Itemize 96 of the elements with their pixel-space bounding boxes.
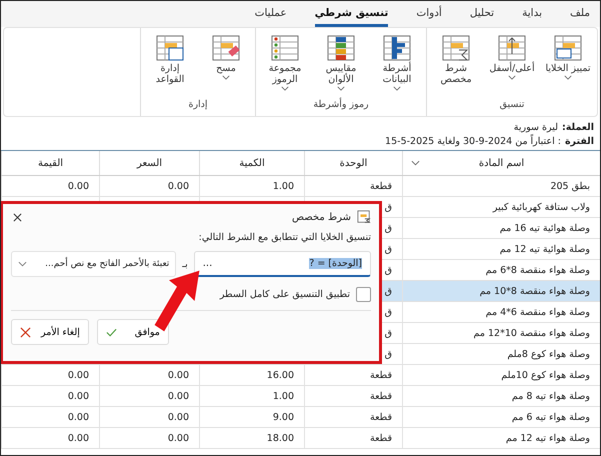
table-cell: ق (384, 328, 392, 338)
table-icon (155, 34, 185, 62)
format-dropdown[interactable]: تعبئة بالأحمر الفاتح مع نص أحم... (11, 251, 176, 277)
table-icon (497, 34, 527, 62)
caret-icon (281, 86, 289, 91)
table-cell: وصلة هواء كوع 10ملم (501, 370, 590, 380)
browse-button[interactable]: ... (202, 258, 212, 269)
column-header[interactable]: السعر (99, 151, 199, 175)
column-header[interactable]: اسم المادة (402, 151, 600, 175)
column-header[interactable]: الوحدة (304, 151, 402, 175)
table-cell: ق (384, 264, 392, 276)
ribbon-button[interactable]: مسح (201, 28, 251, 99)
table-cell: 18.00 (266, 432, 294, 444)
chevron-icon (411, 160, 420, 166)
table-cell: 0.00 (168, 412, 189, 422)
table-cell: ولاب ستافة كهربائية كبير (492, 202, 590, 212)
table-cell: 0.00 (68, 412, 89, 422)
checkbox-label: تطبيق التنسيق على كامل السطر (220, 289, 350, 300)
ribbon-button[interactable]: مقاييس الألوان (316, 28, 366, 99)
caret-icon (337, 86, 345, 91)
column-header[interactable]: الكمية (199, 151, 304, 175)
table-cell: 9.00 (272, 412, 294, 422)
group-label: تنسيق (500, 99, 524, 112)
table-cell: 0.00 (68, 180, 89, 192)
table-cell: وصلة هوائية تيه 16 مم (500, 222, 590, 234)
table-cell: 0.00 (168, 390, 189, 402)
table-cell: 0.00 (68, 390, 89, 402)
table-icon (211, 34, 241, 62)
table-cell: وصلة هواء منقصة 6*4 مم (486, 306, 590, 318)
chevron-icon (18, 261, 27, 267)
info-value: ليرة سورية (514, 122, 558, 133)
table-cell: وصلة هوائية تيه 12 مم (500, 244, 590, 254)
table-cell: وصلة هواء تيه 8 مم (512, 390, 590, 402)
table-cell: وصلة هواء منقصة 8*6 مم (486, 264, 590, 276)
ribbon-tab[interactable]: ملف (570, 5, 590, 27)
table-icon (357, 210, 371, 224)
ribbon-button[interactable]: أشرطة البيانات (372, 28, 422, 99)
table-cell: ق (384, 244, 392, 254)
info-value: : اعتباراً من 2024-9-30 ولغاية 2025-5-15 (385, 136, 561, 147)
caret-icon (393, 86, 401, 91)
table-cell: ق (384, 202, 392, 212)
table-cell: قطعة (370, 390, 392, 402)
table-icon (553, 34, 583, 62)
table-cell: 0.00 (68, 432, 89, 444)
column-header[interactable]: القيمة (1, 151, 99, 175)
table-icon (326, 34, 356, 62)
prompt-text: تنسيق الخلايا التي تتطابق مع الشرط التالي: (198, 231, 371, 245)
dialog-title: شرط مخصص (292, 212, 351, 222)
table-cell: ق (384, 222, 392, 234)
table-cell: وصلة هواء كوع 8ملم (507, 348, 590, 360)
condition-field[interactable]: [الوحدة] = ? ... (194, 251, 371, 277)
table-cell: 0.00 (168, 180, 189, 192)
ribbon-tab[interactable]: بداية (522, 5, 542, 27)
table-cell: قطعة (370, 180, 392, 192)
ok-button[interactable]: موافق (96, 319, 169, 345)
table-icon (441, 34, 471, 62)
table-cell: 16.00 (266, 370, 294, 380)
table-cell: قطعة (370, 412, 392, 422)
table-cell: وصلة هواء منقصة 8*10 مم (480, 286, 590, 296)
close-icon[interactable] (13, 212, 22, 222)
table-cell: وصلة هواء تيه 12 مم (506, 432, 590, 444)
table-cell: ق (384, 348, 392, 360)
check-icon (106, 326, 117, 338)
ribbon-tab[interactable]: تحليل (470, 5, 494, 27)
table-cell: 0.00 (168, 370, 189, 380)
table-cell: 1.00 (272, 180, 294, 192)
table-cell: وصلة هواء منقصة 10*12 مم (474, 328, 590, 338)
table-icon (382, 34, 412, 62)
ribbon-button[interactable]: تمييز الخلايا (543, 28, 593, 99)
cancel-button[interactable]: إلغاء الأمر (11, 319, 89, 345)
caret-icon (508, 74, 516, 80)
close-icon (20, 326, 31, 338)
table-cell: ق (384, 306, 392, 318)
ribbon-tab[interactable]: أدوات (416, 5, 442, 27)
caret-icon (564, 74, 572, 80)
info-label: الفترة (564, 136, 594, 147)
ribbon-tab[interactable]: عمليات (254, 5, 287, 27)
table-icon (270, 34, 300, 62)
table-cell: وصلة هواء تيه 6 مم (512, 412, 590, 422)
info-label: العملة: (562, 122, 594, 133)
ribbon-button[interactable]: مجموعة الرموز (260, 28, 310, 99)
caret-icon (222, 74, 230, 80)
table-cell: بطق 205 (550, 180, 590, 192)
table-cell: 1.00 (272, 390, 294, 402)
group-label: رموز وأشرطة (313, 99, 369, 112)
connector-label: بـ (182, 258, 188, 270)
table-cell: قطعة (370, 370, 392, 380)
ribbon-button[interactable]: إدارة القواعد (145, 28, 195, 99)
ribbon-button[interactable]: أعلى/أسفل (487, 28, 537, 99)
group-label: إدارة (188, 99, 208, 112)
checkbox[interactable] (356, 287, 371, 302)
table-cell: ق (384, 286, 392, 296)
table-cell: قطعة (370, 432, 392, 444)
ribbon-button[interactable]: شرط مخصص (431, 28, 481, 99)
table-cell: 0.00 (168, 432, 189, 444)
table-cell: 0.00 (68, 370, 89, 380)
